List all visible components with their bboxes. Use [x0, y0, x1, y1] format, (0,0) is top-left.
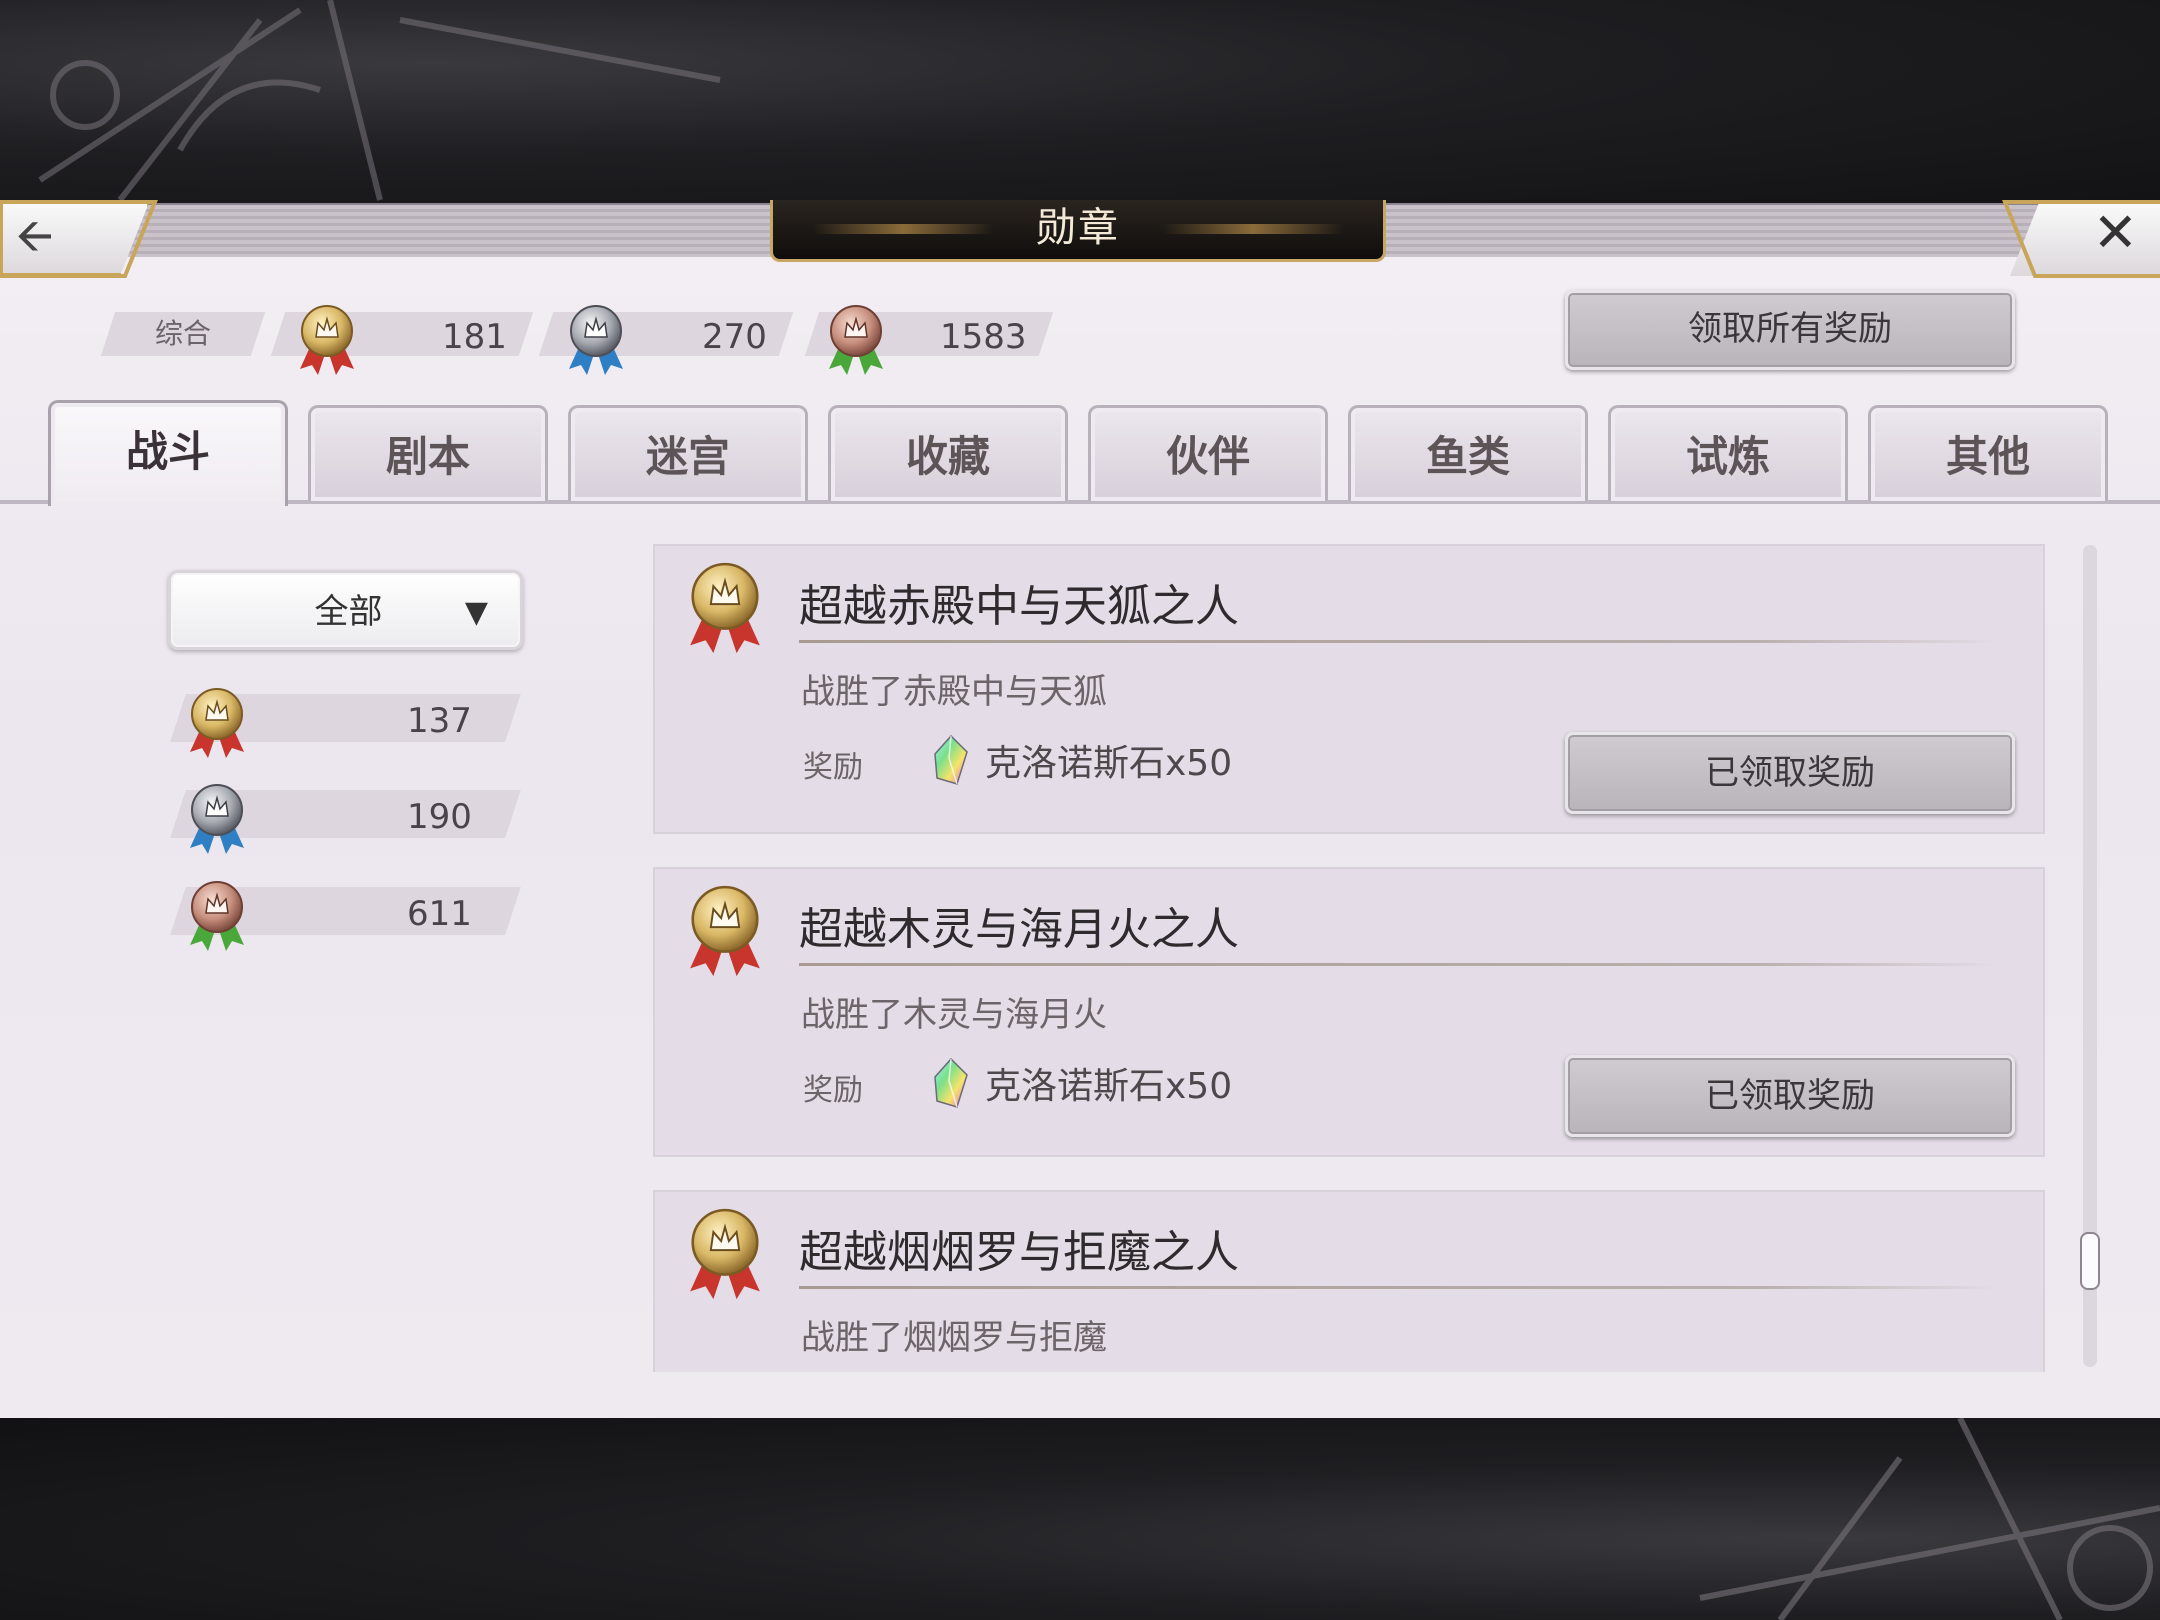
ornament-decoration: [1699, 1418, 2160, 1620]
chevron-down-icon: ▼: [464, 595, 488, 630]
achievement-title: 超越木灵与海月火之人: [799, 904, 1239, 955]
divider: [799, 1286, 1999, 1289]
reward-label: 奖励: [803, 750, 863, 785]
bronze-total-count: 1583: [940, 317, 1028, 357]
tab-story[interactable]: 剧本: [308, 405, 548, 501]
gold-medal-icon: [690, 562, 760, 654]
title-ornament: [1163, 224, 1343, 234]
gold-medal-icon: [690, 1208, 760, 1300]
bronze-medal-icon: [829, 305, 883, 375]
filter-gold-count: 137: [407, 701, 473, 741]
summary-label: 综合: [100, 312, 266, 356]
tab-dungeon[interactable]: 迷宫: [568, 405, 808, 501]
chronos-stone-icon: [934, 1057, 968, 1108]
achievement-title: 超越烟烟罗与拒魔之人: [799, 1227, 1239, 1278]
reward-item: 克洛诺斯石x50: [985, 1066, 1233, 1107]
gold-total-count: 181: [442, 317, 508, 357]
filter-silver-count: 190: [407, 797, 473, 837]
chronos-stone-icon: [934, 734, 968, 785]
reward-label: 奖励: [803, 1073, 863, 1108]
gold-medal-icon: [300, 305, 354, 375]
title-ornament: [813, 224, 993, 234]
divider: [799, 640, 1999, 643]
reward-item: 克洛诺斯石x50: [985, 743, 1233, 784]
title-plate: 勋章: [770, 200, 1386, 262]
claim-all-rewards-button[interactable]: 领取所有奖励: [1565, 290, 2015, 370]
gold-medal-icon: [690, 885, 760, 977]
close-button-frame: [2002, 200, 2160, 278]
tab-battle[interactable]: 战斗: [48, 400, 288, 506]
achievement-description: 战胜了烟烟罗与拒魔: [801, 1318, 1107, 1358]
tab-other[interactable]: 其他: [1868, 405, 2108, 501]
tab-companion[interactable]: 伙伴: [1088, 405, 1328, 501]
achievement-card: 超越木灵与海月火之人 战胜了木灵与海月火 奖励 克洛诺斯石x50 已领取奖励: [653, 867, 2045, 1157]
scrollbar-thumb[interactable]: [2080, 1232, 2100, 1290]
silver-total-count: 270: [702, 317, 768, 357]
achievement-card: 超越烟烟罗与拒魔之人 战胜了烟烟罗与拒魔: [653, 1190, 2045, 1372]
filter-bronze-count: 611: [407, 894, 473, 934]
achievement-title: 超越赤殿中与天狐之人: [799, 581, 1239, 632]
page-title: 勋章: [1036, 205, 1120, 251]
achievement-description: 战胜了木灵与海月火: [801, 995, 1107, 1035]
reward-claimed-button[interactable]: 已领取奖励: [1565, 732, 2015, 814]
reward-claimed-button[interactable]: 已领取奖励: [1565, 1055, 2015, 1137]
tab-collection[interactable]: 收藏: [828, 405, 1068, 501]
achievement-description: 战胜了赤殿中与天狐: [801, 672, 1107, 712]
silver-medal-icon: [569, 305, 623, 375]
tab-fish[interactable]: 鱼类: [1348, 405, 1588, 501]
category-filter-select[interactable]: 全部 ▼: [168, 570, 523, 650]
gold-medal-icon: [190, 688, 244, 758]
back-button-frame: [0, 200, 158, 278]
divider: [799, 963, 1999, 966]
achievement-card: 超越赤殿中与天狐之人 战胜了赤殿中与天狐 奖励 克洛诺斯石x50 已领取奖励: [653, 544, 2045, 834]
tab-trial[interactable]: 试炼: [1608, 405, 1848, 501]
silver-medal-icon: [190, 784, 244, 854]
ornament-decoration: [38, 0, 721, 202]
bronze-medal-icon: [190, 881, 244, 951]
